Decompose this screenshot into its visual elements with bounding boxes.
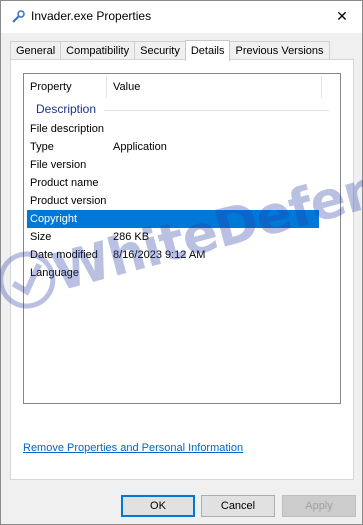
tab-previous-versions[interactable]: Previous Versions [229, 41, 330, 61]
list-item[interactable]: Product version [27, 192, 322, 210]
tab-compatibility[interactable]: Compatibility [60, 41, 136, 61]
column-header-value[interactable]: Value [107, 74, 307, 100]
list-item-selected[interactable]: Copyright [27, 210, 319, 228]
group-heading-description: Description [36, 102, 97, 116]
file-properties-icon [12, 10, 25, 23]
title-bar: Invader.exe Properties ✕ [1, 1, 362, 33]
tab-strip: General Compatibility Security Details P… [10, 40, 330, 61]
property-name: Language [30, 267, 79, 279]
apply-button[interactable]: Apply [282, 495, 356, 517]
list-item[interactable]: Date modified 8/16/2023 9:12 AM [27, 246, 322, 264]
details-list[interactable]: Property Value Description File descript… [23, 73, 341, 404]
property-name: File description [30, 123, 104, 135]
group-divider [104, 110, 329, 111]
cancel-button[interactable]: Cancel [201, 495, 275, 517]
close-icon: ✕ [336, 7, 348, 24]
column-header-property[interactable]: Property [24, 74, 106, 100]
tab-general[interactable]: General [10, 41, 62, 61]
list-item[interactable]: Type Application [27, 138, 322, 156]
list-item[interactable]: File description [27, 120, 322, 138]
property-value: 8/16/2023 9:12 AM [113, 249, 206, 261]
property-name: File version [30, 159, 87, 171]
details-panel: Property Value Description File descript… [10, 59, 354, 480]
property-name: Copyright [30, 213, 78, 225]
ok-button[interactable]: OK [121, 495, 195, 517]
list-item[interactable]: Product name [27, 174, 322, 192]
tab-security[interactable]: Security [134, 41, 186, 61]
list-item[interactable]: Language [27, 264, 322, 282]
close-button[interactable]: ✕ [322, 1, 362, 31]
property-name: Date modified [30, 249, 98, 261]
column-separator[interactable] [321, 76, 322, 98]
property-name: Product version [30, 195, 107, 207]
window-title: Invader.exe Properties [31, 9, 152, 23]
list-header: Property Value [24, 74, 340, 101]
remove-properties-link[interactable]: Remove Properties and Personal Informati… [23, 442, 243, 454]
list-item[interactable]: Size 286 KB [27, 228, 322, 246]
property-name: Size [30, 231, 52, 243]
property-name: Product name [30, 177, 99, 189]
property-name: Type [30, 141, 54, 153]
property-value: 286 KB [113, 231, 150, 243]
properties-dialog: Invader.exe Properties ✕ General Compati… [0, 0, 363, 525]
property-value: Application [113, 141, 167, 153]
list-item[interactable]: File version [27, 156, 322, 174]
tab-details[interactable]: Details [184, 40, 231, 61]
